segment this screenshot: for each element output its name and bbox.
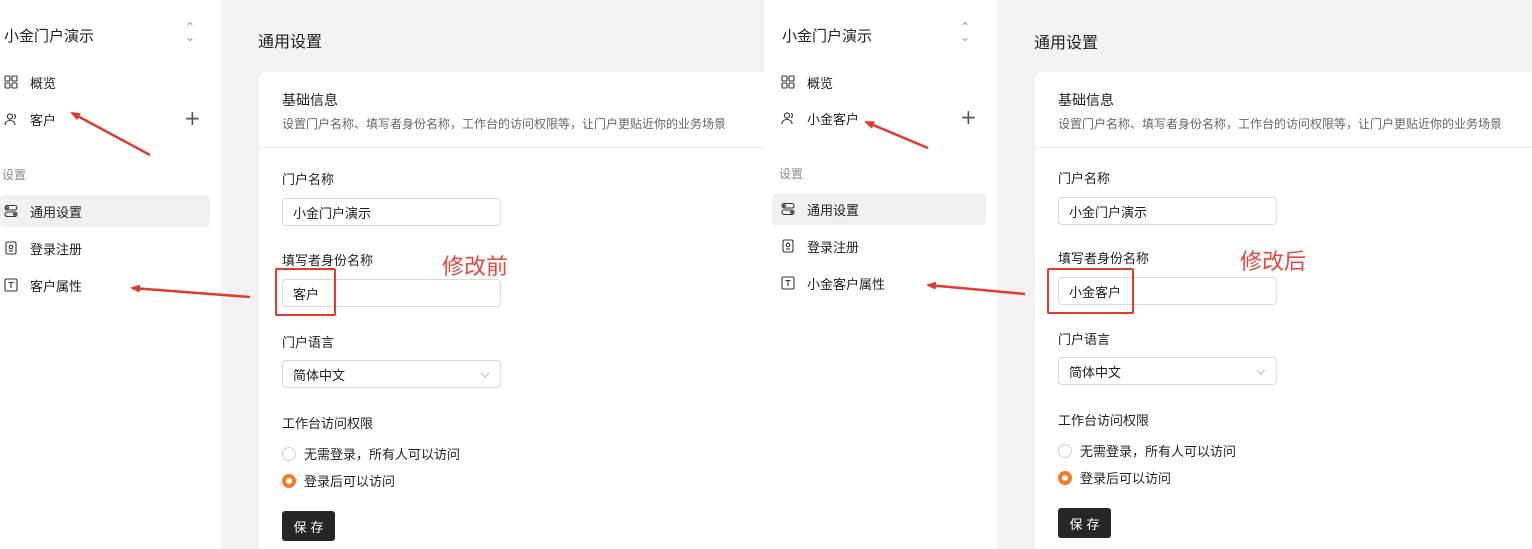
app-name: 小金门户演示 [782,27,873,45]
identity-name-label: 填写者身份名称 [1058,252,1150,267]
sidebar-item-customer-attributes[interactable]: 客户属性 [0,269,125,301]
sidebar-item-label: 通用设置 [807,203,860,219]
sidebar-item-login-register[interactable]: 登录注册 [764,230,986,262]
language-select[interactable]: 简体中文 [1058,357,1277,385]
chevron-down-icon [480,369,490,384]
sidebar-item-label: 客户 [30,113,57,129]
radio-checked-icon[interactable] [282,473,296,488]
radio-label: 无需登录，所有人可以访问 [1080,445,1237,460]
radio-icon[interactable] [1058,443,1072,458]
chevron-up-down-icon[interactable]: ⌃ ⌄ [185,21,195,43]
access-option-login-required[interactable]: 登录后可以访问 [282,471,395,490]
language-select[interactable]: 简体中文 [282,360,501,388]
radio-label: 登录后可以访问 [304,475,396,490]
sidebar-item-general-settings[interactable]: 通用设置 [772,193,986,225]
portal-name-label: 门户名称 [282,173,335,188]
access-label: 工作台访问权限 [282,417,374,432]
annotation-before: 修改前 [442,255,509,280]
portal-name-value: 小金门户演示 [1069,205,1148,221]
identity-name-label: 填写者身份名称 [282,254,374,269]
access-option-no-login[interactable]: 无需登录，所有人可以访问 [282,444,460,463]
save-button[interactable]: 保存 [282,511,335,541]
app-name: 小金门户演示 [4,27,95,45]
user-icon [4,112,18,126]
section-label: 设置 [2,168,27,182]
card-header: 基础信息 设置门户名称、填写者身份名称，工作台的访问权限等，让门户更贴近你的业务… [1035,72,1532,148]
add-icon[interactable]: + [960,107,977,127]
grid-icon [4,75,18,89]
text-t-icon [781,276,795,290]
add-icon[interactable]: + [184,108,201,128]
portal-name-value: 小金门户演示 [293,206,372,222]
sidebar-item-customer-attributes[interactable]: 小金客户属性 [764,267,914,299]
chevron-up-down-icon[interactable]: ⌃ ⌄ [960,21,970,43]
text-t-icon [4,278,18,292]
sidebar-before: 小金门户演示 ⌃ ⌄ 概览 客户 + 设置 通用设置 登录注册 客户属性 [0,0,221,549]
page-title: 通用设置 [1034,33,1099,52]
highlight-box-before [275,268,336,316]
sidebar-item-label: 登录注册 [807,240,860,256]
card-title: 基础信息 [282,93,338,109]
card-header: 基础信息 设置门户名称、填写者身份名称，工作台的访问权限等，让门户更贴近你的业务… [259,72,764,148]
sidebar-item-label: 概览 [30,76,57,92]
portal-name-input[interactable]: 小金门户演示 [1058,197,1277,225]
card-description: 设置门户名称、填写者身份名称，工作台的访问权限等，让门户更贴近你的业务场景 [282,117,727,131]
sidebar-item-customers[interactable]: 客户 [0,103,180,135]
access-label: 工作台访问权限 [1058,414,1150,429]
language-value: 简体中文 [1069,365,1122,381]
toggle-settings-icon [781,202,795,216]
language-label: 门户语言 [282,336,335,351]
card-description: 设置门户名称、填写者身份名称，工作台的访问权限等，让门户更贴近你的业务场景 [1058,117,1503,131]
annotation-after: 修改后 [1240,250,1307,275]
portal-name-input[interactable]: 小金门户演示 [282,198,501,226]
sidebar-item-general-settings[interactable]: 通用设置 [0,195,210,227]
badge-icon [4,241,18,255]
badge-icon [781,239,795,253]
radio-label: 无需登录，所有人可以访问 [304,448,461,463]
radio-label: 登录后可以访问 [1080,472,1172,487]
access-option-login-required[interactable]: 登录后可以访问 [1058,468,1171,487]
access-option-no-login[interactable]: 无需登录，所有人可以访问 [1058,441,1236,460]
page-title: 通用设置 [258,32,323,51]
sidebar-after: 小金门户演示 ⌃ ⌄ 概览 小金客户 + 设置 通用设置 登录注册 小金客户属性 [764,0,997,549]
sidebar-item-label: 客户属性 [30,279,83,295]
save-button[interactable]: 保存 [1058,508,1111,538]
card-title: 基础信息 [1058,93,1114,109]
sidebar-item-label: 通用设置 [30,205,83,221]
portal-name-label: 门户名称 [1058,172,1111,187]
sidebar-item-overview[interactable]: 概览 [764,66,986,98]
chevron-down-icon [1256,366,1266,381]
sidebar-item-label: 概览 [807,76,834,92]
radio-icon[interactable] [282,446,296,461]
sidebar-item-label: 小金客户属性 [807,277,886,293]
sidebar-item-label: 登录注册 [30,242,83,258]
language-label: 门户语言 [1058,333,1111,348]
language-value: 简体中文 [293,368,346,384]
sidebar-item-overview[interactable]: 概览 [0,66,210,98]
radio-checked-icon[interactable] [1058,470,1072,485]
sidebar-item-customers[interactable]: 小金客户 [764,102,954,134]
section-label: 设置 [779,167,804,181]
grid-icon [781,75,795,89]
sidebar-item-login-register[interactable]: 登录注册 [0,232,210,264]
toggle-settings-icon [4,204,18,218]
sidebar-item-label: 小金客户 [807,112,860,128]
user-icon [781,111,795,125]
highlight-box-after [1047,268,1134,314]
